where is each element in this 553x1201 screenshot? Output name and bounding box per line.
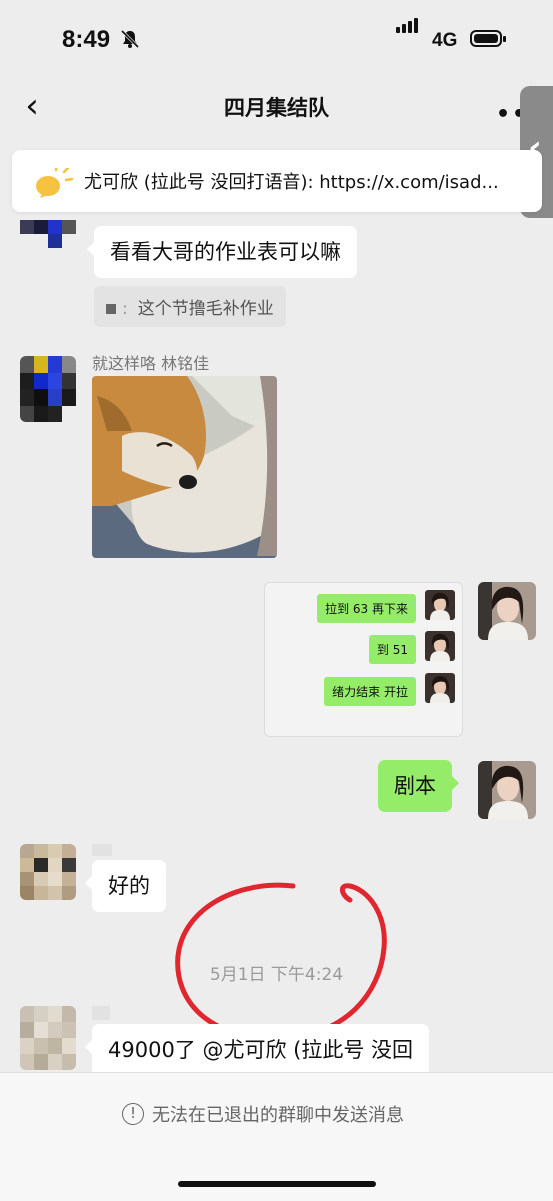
quoted-message[interactable]: : 这个节撸毛补作业 (94, 286, 286, 327)
mini-bubble: 到 51 (368, 635, 416, 664)
forwarded-chat-card[interactable]: 拉到 63 再下来 到 51 绪力结束 开拉 (264, 582, 463, 737)
quote-sep: : (122, 299, 128, 319)
dog-photo[interactable] (92, 376, 277, 558)
message-bubble[interactable]: 好的 (85, 860, 166, 912)
status-time: 8:49 (62, 26, 111, 53)
message-bubble[interactable]: 49000了 @尤可欣 (拉此号 没回 (84, 1024, 430, 1072)
sender-name-blur (92, 1006, 110, 1020)
battery-icon (470, 30, 506, 47)
bell-off-icon (120, 29, 140, 49)
avatar[interactable] (478, 582, 536, 640)
pinned-notice[interactable]: 尤可欣 (拉此号 没回打语音): https://x.com/isad... (12, 150, 542, 212)
quote-thumb-icon (106, 304, 116, 314)
pinned-notice-text: 尤可欣 (拉此号 没回打语音): https://x.com/isad... (84, 172, 499, 193)
sender-name-blur (92, 844, 112, 856)
status-bar: 8:49 4G (0, 0, 553, 80)
sender-name: 就这样咯 林铭佳 (92, 354, 210, 373)
avatar[interactable] (20, 844, 76, 900)
message-bubble[interactable]: 看看大哥的作业表可以嘛 (87, 226, 357, 278)
avatar (425, 673, 455, 703)
avatar[interactable] (20, 356, 76, 422)
chat-area[interactable]: 看看大哥的作业表可以嘛 : 这个节撸毛补作业 就这样咯 林铭佳 拉到 63 再下来 (0, 220, 553, 1072)
info-icon: ! (122, 1103, 144, 1125)
avatar (425, 631, 455, 661)
mini-bubble: 拉到 63 再下来 (317, 594, 416, 623)
quoted-text: 这个节撸毛补作业 (137, 299, 274, 319)
avatar (425, 590, 455, 620)
mini-bubble: 绪力结束 开拉 (324, 677, 416, 706)
message-text: 49000了 @尤可欣 (拉此号 没回 (108, 1038, 414, 1062)
nav-bar: ‹ 四月集结队 •• (0, 80, 553, 136)
notice-icon (36, 168, 74, 198)
message-bubble[interactable]: 剧本 (378, 760, 459, 812)
chat-title: 四月集结队 (224, 96, 329, 120)
avatar[interactable] (20, 220, 76, 263)
red-annotation-circle (175, 882, 387, 1041)
home-indicator[interactable] (178, 1181, 376, 1187)
network-type: 4G (432, 30, 458, 51)
footer-notice: 无法在已退出的群聊中发送消息 (152, 1105, 404, 1126)
avatar[interactable] (478, 761, 536, 819)
avatar[interactable] (20, 1006, 76, 1070)
